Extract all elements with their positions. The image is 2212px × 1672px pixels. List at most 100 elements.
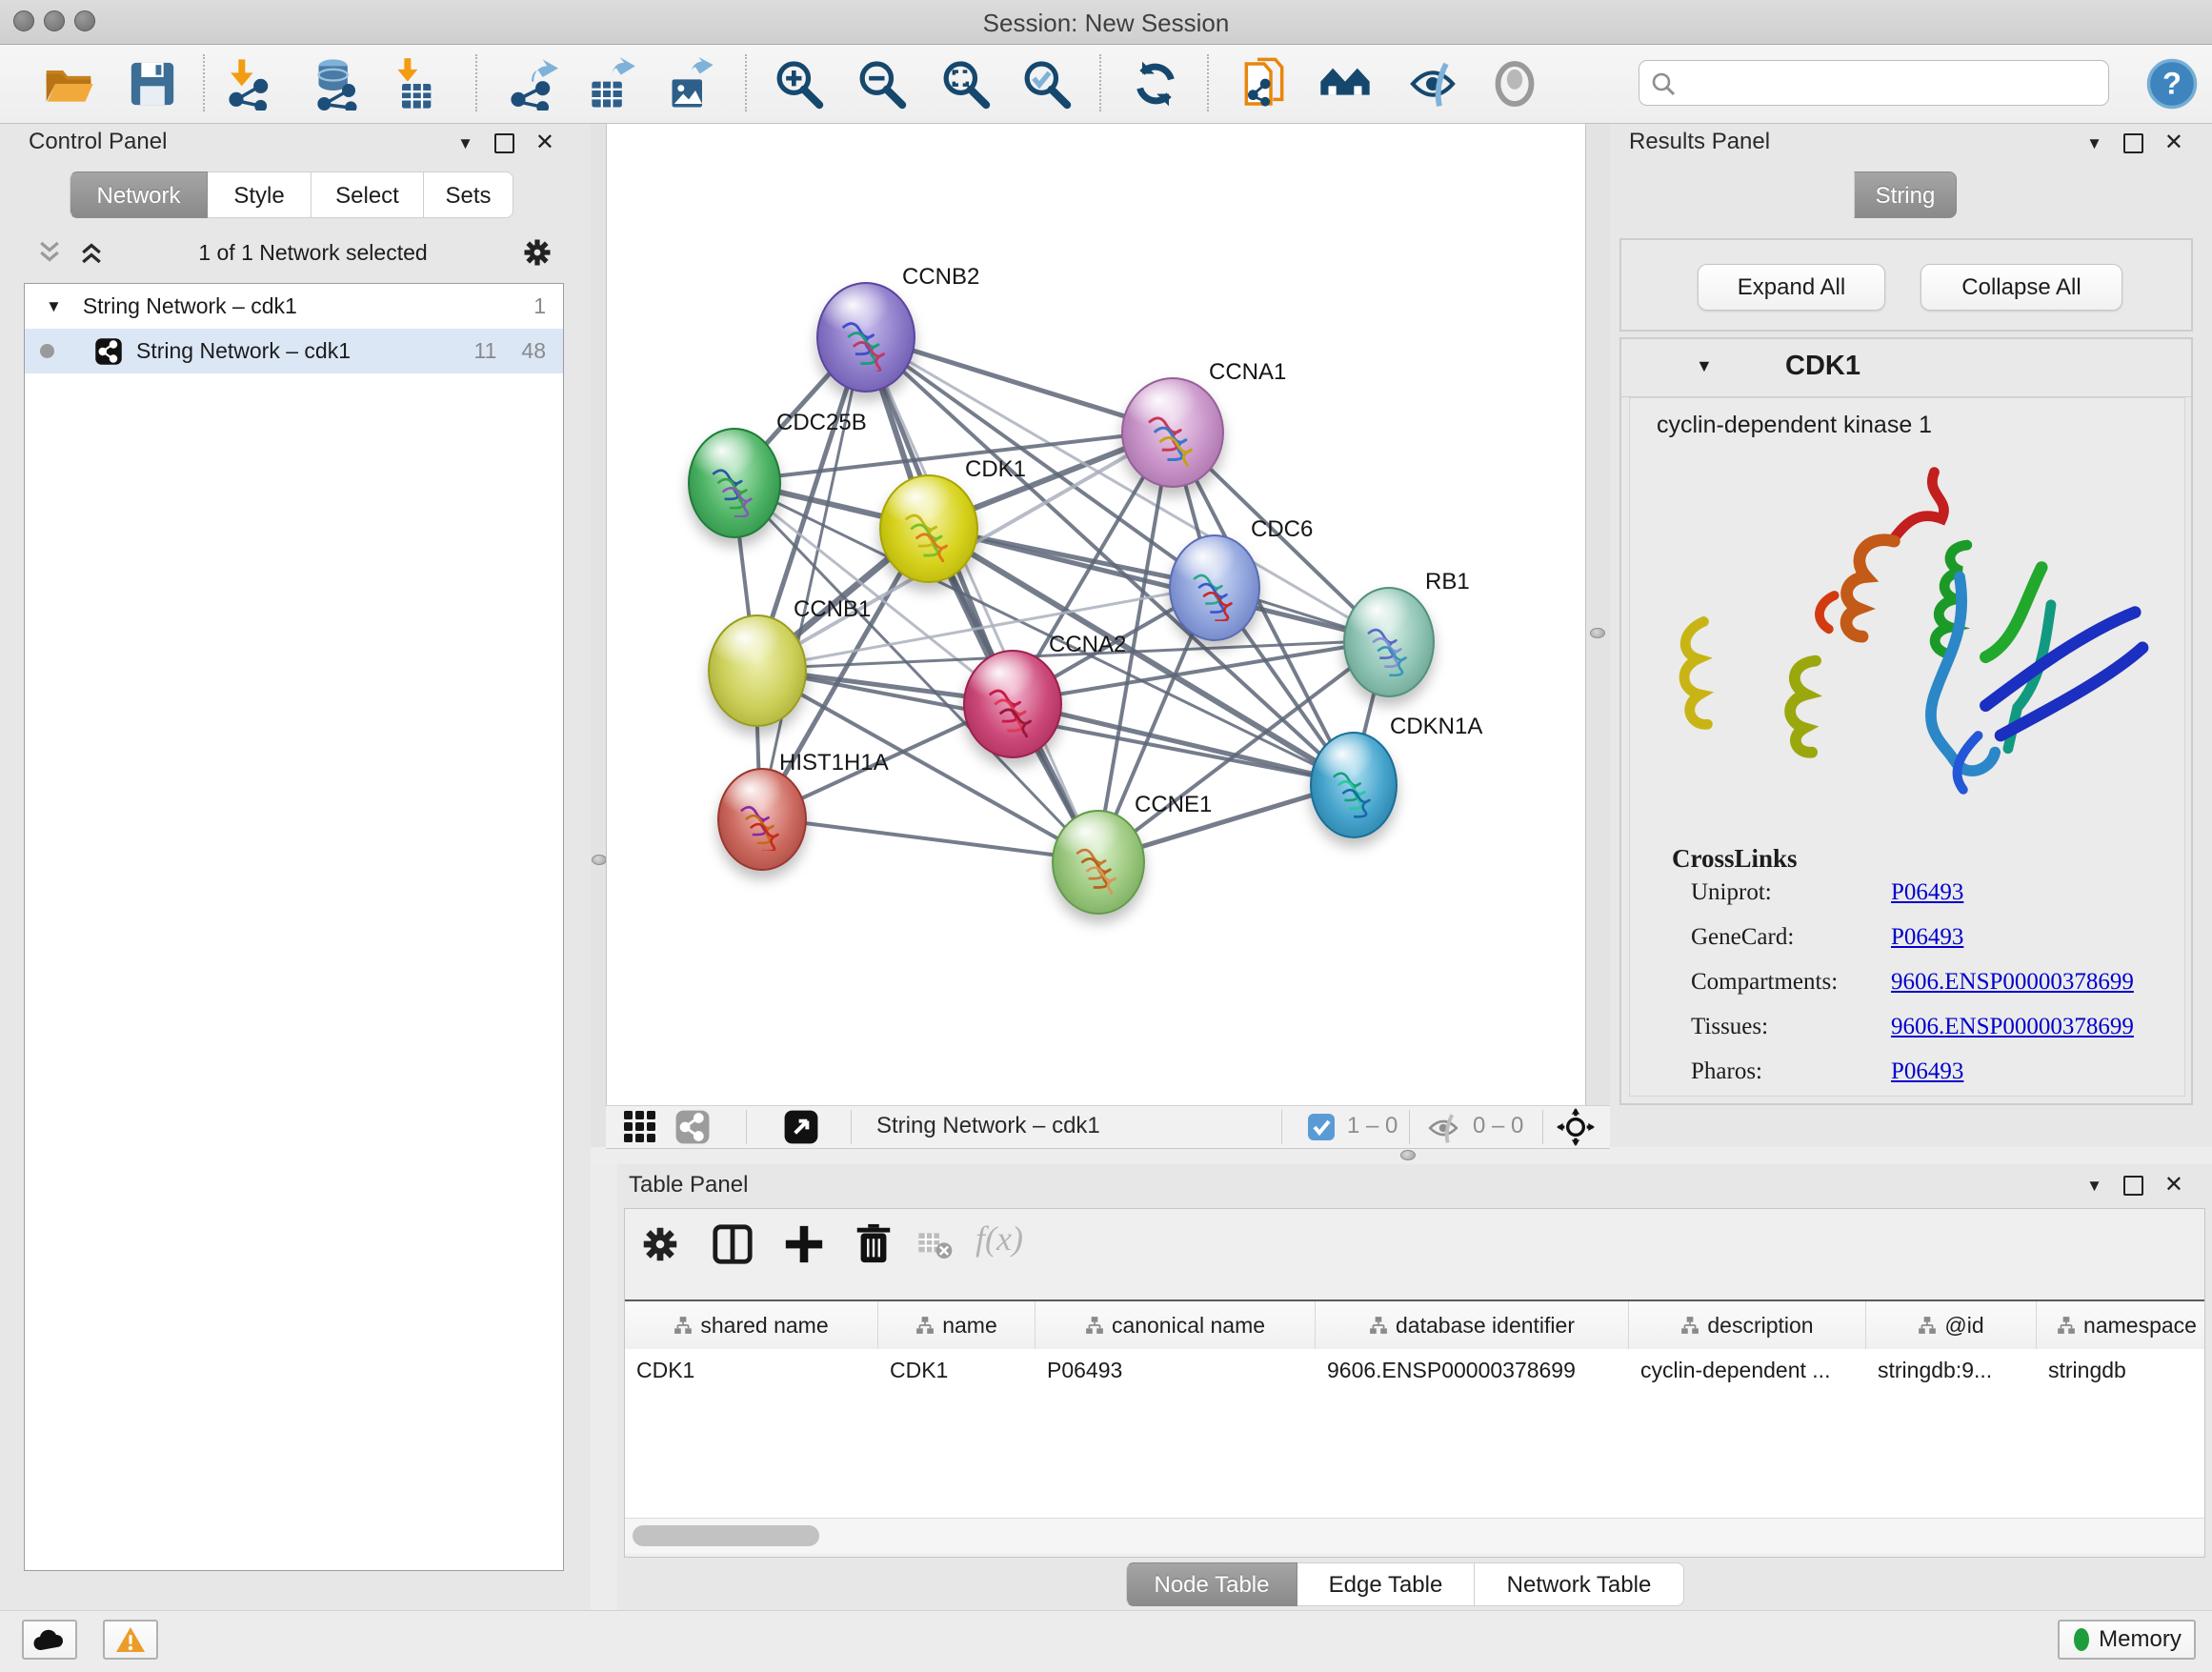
import-table-from-file-icon[interactable] <box>389 57 442 111</box>
expand-all-icon[interactable] <box>77 238 106 267</box>
expand-all-button[interactable]: Expand All <box>1698 264 1885 311</box>
left-splitter[interactable] <box>591 124 606 1147</box>
export-network-icon[interactable] <box>505 57 558 111</box>
open-session-icon[interactable] <box>42 57 95 111</box>
panel-menu-icon[interactable]: ▼ <box>457 135 473 151</box>
column-header-database-identifier[interactable]: database identifier <box>1316 1301 1629 1349</box>
delete-column-icon[interactable] <box>852 1222 895 1266</box>
table-box: f(x) shared namenamecanonical namedataba… <box>624 1208 2205 1558</box>
refresh-icon[interactable] <box>1129 57 1182 111</box>
selected-checkbox-icon[interactable] <box>1307 1113 1336 1141</box>
cloud-button[interactable] <box>22 1620 77 1660</box>
crosslink-row: Uniprot:P06493 <box>1691 879 2167 906</box>
tab-sets[interactable]: Sets <box>424 171 513 218</box>
zoom-fit-content-icon[interactable] <box>938 57 992 111</box>
network-status-dot <box>40 344 54 358</box>
toolbar-separator <box>475 54 477 111</box>
zoom-out-icon[interactable] <box>855 57 908 111</box>
results-panel: Results Panel ▼ ✕ String Expand All Coll… <box>1610 124 2212 1147</box>
collapse-all-button[interactable]: Collapse All <box>1920 264 2122 311</box>
network-node[interactable] <box>1310 732 1398 838</box>
help-icon[interactable]: ? <box>2145 57 2199 111</box>
panel-float-icon[interactable] <box>2123 133 2143 153</box>
network-node[interactable] <box>1052 810 1145 915</box>
crosslink-row: GeneCard:P06493 <box>1691 924 2167 951</box>
crosslink-link[interactable]: P06493 <box>1891 1058 1963 1085</box>
network-node[interactable] <box>717 768 807 871</box>
tab-node-table[interactable]: Node Table <box>1126 1562 1297 1606</box>
network-item-label: String Network – cdk1 <box>136 338 351 364</box>
network-node[interactable] <box>963 650 1062 758</box>
network-node[interactable] <box>688 428 781 538</box>
network-node[interactable] <box>1169 534 1260 641</box>
fit-crosshair-icon[interactable] <box>1557 1108 1595 1146</box>
table-options-gear-icon[interactable] <box>638 1222 682 1266</box>
home-icon[interactable] <box>1318 57 1372 111</box>
crosslink-link[interactable]: P06493 <box>1891 924 1963 951</box>
network-node[interactable] <box>708 614 807 727</box>
tab-select[interactable]: Select <box>312 171 424 218</box>
zoom-in-icon[interactable] <box>772 57 825 111</box>
show-columns-icon[interactable] <box>711 1222 754 1266</box>
panel-float-icon[interactable] <box>2123 1176 2143 1196</box>
collapse-all-icon[interactable] <box>35 238 64 267</box>
bottom-splitter[interactable] <box>591 1147 2212 1164</box>
results-panel-tabs: String <box>1854 171 1957 218</box>
import-network-from-database-icon[interactable] <box>309 57 362 111</box>
tree-expand-icon[interactable]: ▼ <box>46 297 62 316</box>
network-tree-root-row[interactable]: ▼ String Network – cdk1 1 <box>25 284 563 329</box>
tab-string[interactable]: String <box>1854 171 1957 218</box>
panel-menu-icon[interactable]: ▼ <box>2086 1178 2102 1194</box>
birds-eye-view-icon[interactable] <box>783 1109 819 1145</box>
column-header-canonical-name[interactable]: canonical name <box>1036 1301 1316 1349</box>
crosslink-link[interactable]: 9606.ENSP00000378699 <box>1891 969 2134 996</box>
column-header-description[interactable]: description <box>1629 1301 1866 1349</box>
scrollbar-thumb[interactable] <box>633 1525 819 1546</box>
first-neighbors-icon[interactable] <box>1237 57 1291 111</box>
network-node[interactable] <box>816 282 915 393</box>
string-view-icon[interactable] <box>674 1109 711 1145</box>
crosslink-link[interactable]: 9606.ENSP00000378699 <box>1891 1014 2134 1040</box>
horizontal-scrollbar[interactable] <box>625 1518 2204 1554</box>
export-image-icon[interactable] <box>662 57 715 111</box>
entry-expand-icon[interactable]: ▼ <box>1696 356 1713 376</box>
column-header--id[interactable]: @id <box>1866 1301 2037 1349</box>
import-network-from-file-icon[interactable] <box>223 57 276 111</box>
column-header-shared-name[interactable]: shared name <box>625 1301 878 1349</box>
node-label: CDKN1A <box>1390 714 1482 740</box>
export-table-icon[interactable] <box>583 57 636 111</box>
options-gear-icon[interactable] <box>520 235 554 270</box>
tab-network-table[interactable]: Network Table <box>1475 1562 1684 1606</box>
tab-network[interactable]: Network <box>70 171 208 218</box>
tab-style[interactable]: Style <box>208 171 312 218</box>
network-node[interactable] <box>1343 587 1435 697</box>
string-network-icon <box>94 337 123 366</box>
panel-float-icon[interactable] <box>494 133 514 153</box>
collection-count: 1 <box>533 293 546 319</box>
save-session-icon[interactable] <box>126 57 179 111</box>
panel-close-icon[interactable]: ✕ <box>2164 1174 2183 1197</box>
table-row[interactable]: CDK1CDK1P064939606.ENSP00000378699cyclin… <box>625 1349 2204 1392</box>
search-input[interactable] <box>1639 60 2109 106</box>
hide-selected-icon[interactable] <box>1406 57 1459 111</box>
panel-menu-icon[interactable]: ▼ <box>2086 135 2102 151</box>
network-node[interactable] <box>1121 377 1224 488</box>
crosslink-link[interactable]: P06493 <box>1891 879 1963 906</box>
network-node[interactable] <box>879 474 978 583</box>
right-splitter[interactable] <box>1585 124 1610 1147</box>
column-header-namespace[interactable]: namespace <box>2037 1301 2204 1349</box>
protein-thumbnail <box>1141 407 1207 467</box>
memory-button[interactable]: Memory <box>2058 1620 2196 1660</box>
panel-close-icon[interactable]: ✕ <box>535 131 554 154</box>
column-header-name[interactable]: name <box>878 1301 1036 1349</box>
panel-close-icon[interactable]: ✕ <box>2164 131 2183 154</box>
status-bar: Memory <box>0 1610 2212 1672</box>
network-canvas[interactable]: CCNB2CCNA1CDC25BCDK1CDC6RB1CCNB1CCNA2CDK… <box>606 124 1586 1105</box>
warnings-button[interactable] <box>103 1620 158 1660</box>
grid-view-icon[interactable] <box>623 1110 657 1144</box>
network-tree-child-row[interactable]: String Network – cdk1 11 48 <box>25 329 563 373</box>
add-column-icon[interactable] <box>782 1222 826 1266</box>
zoom-selected-icon[interactable] <box>1019 57 1073 111</box>
tab-edge-table[interactable]: Edge Table <box>1297 1562 1475 1606</box>
show-all-icon[interactable] <box>1488 57 1541 111</box>
